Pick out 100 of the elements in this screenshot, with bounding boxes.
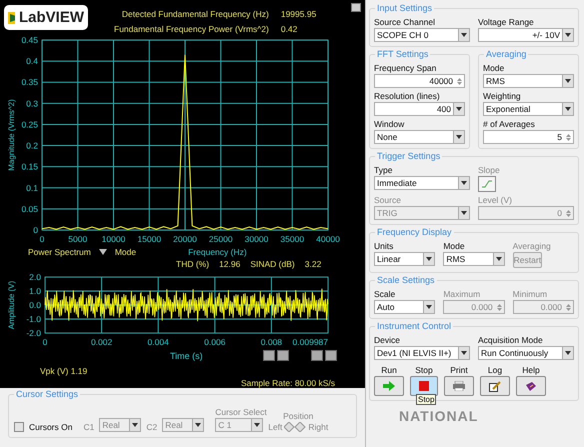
dropdown-arrow-icon bbox=[565, 107, 571, 111]
numeric-field[interactable]: 5 bbox=[483, 130, 574, 144]
axis-tick-label: -1.0 bbox=[26, 314, 41, 324]
measurement-label: THD (%) bbox=[176, 259, 210, 270]
axis-tick-label: 1.0 bbox=[29, 286, 41, 296]
dropdown-arrow-icon[interactable] bbox=[98, 249, 107, 255]
button-label: Run bbox=[381, 365, 397, 375]
dropdown-field[interactable]: +/- 10V bbox=[478, 28, 574, 42]
axis-tick-label: 40000 bbox=[316, 234, 340, 244]
numeric-field[interactable]: 40000 bbox=[374, 74, 465, 88]
dropdown-field[interactable]: RMS bbox=[443, 252, 505, 266]
field-label: Level (V) bbox=[478, 195, 514, 205]
axis-tick-label: 0.1 bbox=[26, 182, 38, 193]
axis-title: Time (s) bbox=[170, 350, 203, 361]
axis-tick-label: 0.15 bbox=[21, 162, 38, 172]
field-label: Window bbox=[374, 119, 406, 129]
field-label: Scale bbox=[374, 289, 396, 299]
button-label: Log bbox=[488, 365, 502, 375]
field-label: Weighting bbox=[483, 91, 522, 101]
axis-tick-label: 0 bbox=[40, 234, 44, 244]
axis-tick-label: 0.0 bbox=[29, 300, 41, 310]
field-label: Units bbox=[374, 241, 394, 251]
axis-tick-label: 0.35 bbox=[21, 77, 38, 88]
field-label: Mode bbox=[483, 63, 506, 73]
axis-tick-label: 0.25 bbox=[21, 119, 38, 130]
axis-tick-label: 2.0 bbox=[29, 272, 41, 282]
field-label: Minimum bbox=[512, 289, 548, 299]
dropdown-arrow-icon bbox=[456, 135, 462, 139]
axis-tick-label: 0.3 bbox=[26, 98, 38, 108]
dropdown-arrow-icon bbox=[195, 423, 202, 427]
help-button[interactable] bbox=[516, 376, 546, 396]
axis-title: Magnitude (Vrms^2) bbox=[7, 99, 16, 171]
dropdown-field[interactable]: None bbox=[374, 130, 465, 144]
field-label: Mode bbox=[443, 241, 466, 251]
logo-text: NATIONAL bbox=[398, 408, 480, 424]
print-button[interactable] bbox=[444, 376, 474, 396]
field-label: Averaging bbox=[512, 241, 552, 251]
dropdown-arrow-icon bbox=[565, 33, 571, 37]
dropdown-arrow-icon bbox=[565, 351, 571, 355]
axis-tick-label: 0.002 bbox=[90, 337, 112, 348]
restore-icon[interactable] bbox=[351, 3, 361, 12]
readout-value: 80.00 kS/s bbox=[294, 378, 335, 388]
dropdown-arrow-icon bbox=[426, 257, 432, 261]
field-label: Source Channel bbox=[374, 17, 436, 27]
button-label: Print bbox=[450, 365, 468, 375]
dropdown-field[interactable]: Immediate bbox=[374, 176, 470, 190]
slope-button[interactable] bbox=[478, 176, 496, 192]
dropdown-field[interactable]: SCOPE CH 0 bbox=[374, 28, 470, 42]
button-label: Stop bbox=[415, 365, 433, 375]
field-label: Resolution (lines) bbox=[374, 91, 441, 101]
readout-value: 0.42 bbox=[280, 24, 298, 34]
notepad-pencil-icon bbox=[489, 380, 501, 392]
dropdown-arrow-icon bbox=[461, 351, 467, 355]
dropdown-arrow-icon bbox=[461, 33, 467, 37]
dropdown-field[interactable]: Run Continuously bbox=[478, 346, 574, 360]
axis-tick-label: 30000 bbox=[244, 234, 268, 244]
mode-label: Mode bbox=[114, 247, 136, 257]
axis-tick-label: 0.006 bbox=[204, 337, 226, 348]
field-label: Device bbox=[374, 335, 401, 345]
field-label: C1 bbox=[83, 422, 94, 432]
axis-tick-label: 0.008 bbox=[260, 337, 282, 348]
group-title: Input Settings bbox=[375, 3, 434, 13]
field-label: Acquisition Mode bbox=[478, 335, 544, 345]
diamond-buttons-icon[interactable] bbox=[284, 422, 306, 432]
axis-title: Amplitude (V) bbox=[7, 281, 16, 330]
axis-tick-label: 0 bbox=[33, 225, 38, 235]
group-title: Frequency Display bbox=[375, 227, 454, 237]
dropdown-arrow-icon bbox=[456, 107, 462, 111]
run-button[interactable] bbox=[374, 376, 404, 396]
group-title: Instrument Control bbox=[375, 321, 454, 331]
dropdown-field[interactable]: Auto bbox=[374, 300, 436, 314]
dropdown-field[interactable]: Exponential bbox=[483, 102, 574, 116]
group-title: Cursor Settings bbox=[14, 389, 80, 399]
field-label: Type bbox=[374, 165, 394, 175]
readout-label: Fundamental Frequency Power (Vrms^2) bbox=[114, 24, 269, 34]
dropdown-field[interactable]: 400 bbox=[374, 102, 465, 116]
stop-square-icon bbox=[419, 381, 429, 391]
dropdown-field[interactable]: RMS bbox=[483, 74, 574, 88]
axis-tick-label: -2.0 bbox=[26, 328, 41, 338]
measurement-label: SINAD (dB) bbox=[250, 259, 295, 270]
dropdown-arrow-icon bbox=[461, 181, 467, 185]
dropdown-field[interactable]: Linear bbox=[374, 252, 436, 266]
dropdown-field[interactable]: Dev1 (NI ELVIS II+) bbox=[374, 346, 470, 360]
field-label: Left bbox=[268, 422, 282, 432]
field-label: Voltage Range bbox=[478, 17, 535, 27]
axis-tick-label: 0.05 bbox=[21, 204, 38, 214]
dropdown-arrow-icon bbox=[132, 423, 138, 427]
log-button[interactable] bbox=[480, 376, 510, 396]
dropdown-arrow-icon bbox=[254, 423, 260, 427]
axis-tick-label: 35000 bbox=[280, 234, 304, 244]
logo: LabVIEW bbox=[4, 5, 88, 30]
stop-button[interactable] bbox=[410, 376, 438, 396]
axis-tick-label: 0.004 bbox=[148, 337, 169, 348]
group-title: Trigger Settings bbox=[375, 151, 442, 161]
dropdown-arrow-icon bbox=[496, 257, 502, 261]
right-arrow-icon bbox=[383, 381, 395, 391]
mode-value[interactable]: Power Spectrum bbox=[28, 247, 91, 257]
field-label: Maximum bbox=[443, 289, 482, 299]
axis-tick-label: 25000 bbox=[208, 234, 233, 244]
axis-tick-label: 5000 bbox=[68, 234, 88, 244]
